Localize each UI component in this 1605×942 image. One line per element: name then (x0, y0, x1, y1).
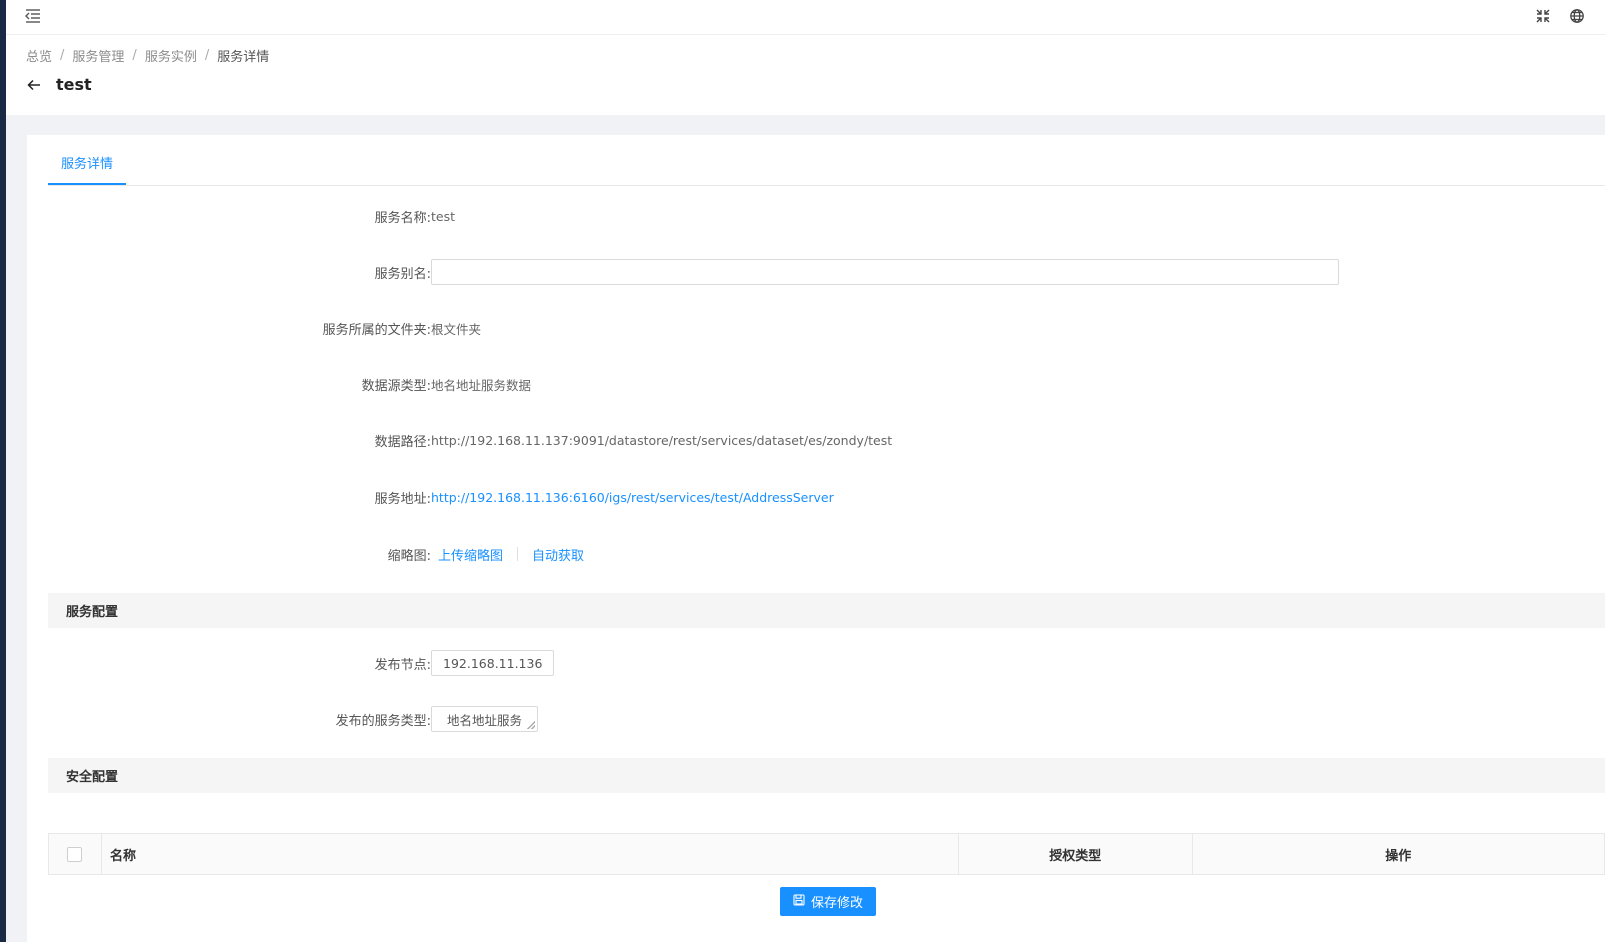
sidebar-edge (0, 0, 6, 942)
breadcrumb-item-service-management[interactable]: 服务管理 (72, 46, 124, 65)
data-path-row: 数据路径: http://192.168.11.137:9091/datasto… (27, 425, 1605, 455)
breadcrumb-separator: / (60, 48, 65, 63)
service-url-link[interactable]: http://192.168.11.136:6160/igs/rest/serv… (431, 490, 834, 505)
service-name-label: 服务名称: (374, 210, 431, 226)
service-name-value: test (431, 208, 456, 224)
data-path-label: 数据路径: (374, 434, 431, 450)
publish-type-label: 发布的服务类型: (335, 713, 431, 729)
service-alias-row: 服务别名: (27, 257, 1605, 287)
folder-row: 服务所属的文件夹: 根文件夹 (27, 313, 1605, 343)
save-button-label: 保存修改 (810, 896, 863, 911)
folder-value: 根文件夹 (431, 321, 482, 337)
auto-thumbnail-link[interactable]: 自动获取 (525, 545, 591, 564)
top-right-actions (1535, 8, 1585, 24)
breadcrumb-current: 服务详情 (217, 50, 270, 65)
publish-type-value: 地名地址服务 (431, 706, 539, 732)
column-name: 名称 (102, 834, 959, 874)
datasource-type-row: 数据源类型: 地名地址服务数据 (27, 369, 1605, 399)
service-config-section: 服务配置 (48, 593, 1605, 628)
security-table-header: 名称 授权类型 操作 (48, 833, 1605, 875)
globe-icon[interactable] (1569, 8, 1585, 24)
select-all-cell (49, 834, 102, 874)
breadcrumb-separator: / (204, 48, 210, 63)
thumbnail-label: 缩略图: (387, 548, 431, 564)
breadcrumb-item-overview[interactable]: 总览 (26, 46, 52, 65)
data-path-value: http://192.168.11.137:9091/datastore/res… (431, 432, 893, 448)
title-row: test (26, 75, 92, 94)
detail-card: 服务详情 服务名称: test 服务别名: 服务所属的文件夹: 根文件夹 数据源… (27, 135, 1605, 942)
save-icon (793, 893, 805, 910)
link-divider (517, 547, 519, 561)
breadcrumb: 总览 / 服务管理 / 服务实例 / 服务详情 (26, 46, 269, 65)
publish-node-row: 发布节点: 192.168.11.136 (27, 648, 1605, 678)
breadcrumb-separator: / (132, 48, 137, 63)
service-url-label: 服务地址: (374, 491, 431, 507)
service-name-row: 服务名称: test (27, 201, 1605, 231)
publish-node-label: 发布节点: (374, 657, 431, 673)
arrow-left-icon[interactable] (26, 77, 42, 93)
datasource-type-value: 地名地址服务数据 (431, 377, 532, 393)
publish-type-row: 发布的服务类型: 地名地址服务 (27, 704, 1605, 734)
thumbnail-actions: 上传缩略图 自动获取 (431, 545, 591, 564)
column-auth-type: 授权类型 (959, 834, 1193, 874)
indent-menu-icon[interactable] (24, 7, 42, 25)
publish-node-value: 192.168.11.136 (431, 650, 555, 676)
page-title: test (56, 75, 92, 94)
thumbnail-row: 缩略图: 上传缩略图 自动获取 (27, 539, 1605, 569)
service-alias-label: 服务别名: (374, 266, 431, 282)
save-button[interactable]: 保存修改 (780, 887, 876, 916)
compress-icon[interactable] (1535, 8, 1551, 24)
page-header: 总览 / 服务管理 / 服务实例 / 服务详情 test (6, 35, 1605, 115)
security-config-section: 安全配置 (48, 758, 1605, 793)
service-url-row: 服务地址: http://192.168.11.136:6160/igs/res… (27, 482, 1605, 512)
upload-thumbnail-link[interactable]: 上传缩略图 (431, 545, 510, 564)
column-actions: 操作 (1385, 848, 1412, 864)
select-all-checkbox[interactable] (67, 846, 83, 862)
folder-label: 服务所属的文件夹: (322, 322, 431, 338)
breadcrumb-item-service-instances[interactable]: 服务实例 (145, 46, 197, 65)
tab-service-details[interactable]: 服务详情 (48, 149, 127, 185)
datasource-type-label: 数据源类型: (361, 378, 431, 394)
service-alias-input[interactable] (431, 259, 1339, 285)
top-bar (6, 0, 1605, 35)
tab-bar: 服务详情 (48, 149, 1605, 186)
